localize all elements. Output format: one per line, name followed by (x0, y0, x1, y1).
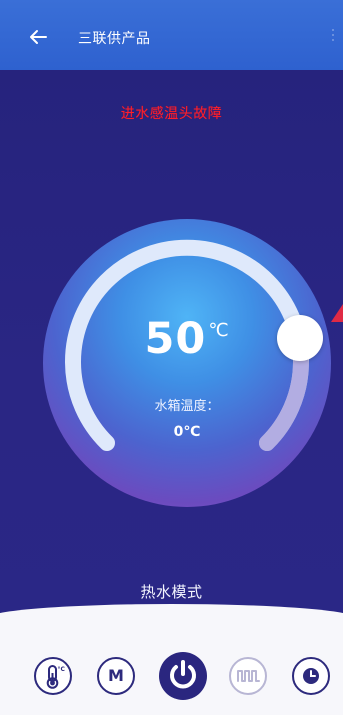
wave-icon (231, 659, 265, 693)
m-letter-icon: M (108, 666, 124, 685)
tank-temperature-label: 水箱温度： (154, 399, 220, 414)
red-marker-icon (331, 304, 343, 322)
thermometer-button[interactable]: °C (34, 657, 72, 695)
app-screen: 三联供产品 进水感温头故障 50 ℃ 水箱温度： 0℃ 热水模式 °C M (0, 0, 343, 715)
clock-icon (294, 659, 328, 693)
clock-button[interactable] (292, 657, 330, 695)
temperature-dial[interactable]: 50 ℃ 水箱温度： 0℃ (43, 219, 331, 507)
mode-label: 热水模式 (140, 583, 203, 601)
wave-button[interactable] (229, 657, 267, 695)
power-icon (159, 652, 207, 700)
temperature-unit: ℃ (208, 320, 230, 341)
more-vertical-icon[interactable] (329, 26, 337, 46)
app-title: 三联供产品 (78, 31, 151, 47)
set-temperature-value: 50 (144, 314, 207, 364)
mode-m-button[interactable]: M (97, 657, 135, 695)
dial-knob[interactable] (277, 315, 323, 361)
back-button[interactable] (26, 25, 50, 49)
tank-temperature-value: 0℃ (173, 424, 201, 440)
bottom-toolbar: °C M (0, 652, 343, 705)
thermometer-icon: °C (36, 659, 70, 693)
fault-alert-text: 进水感温头故障 (120, 106, 223, 122)
power-button[interactable] (159, 652, 207, 700)
app-bar: 三联供产品 (0, 0, 343, 70)
arrow-left-icon (26, 25, 50, 49)
svg-text:°C: °C (58, 666, 66, 673)
